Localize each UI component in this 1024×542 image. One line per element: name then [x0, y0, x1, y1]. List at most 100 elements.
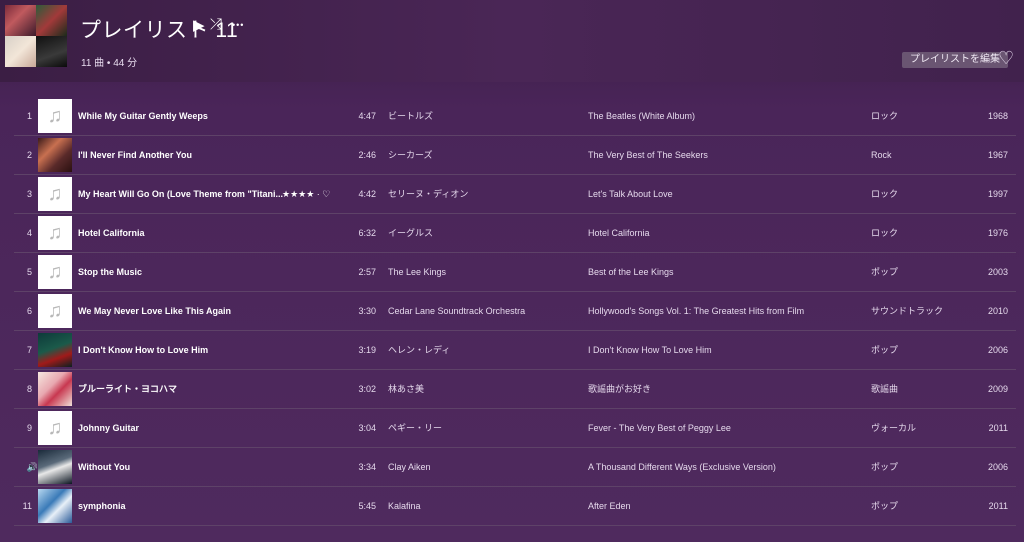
music-note-icon: ♫	[47, 300, 63, 322]
track-artwork	[38, 372, 72, 406]
track-genre: Rock	[871, 150, 892, 160]
track-artwork	[38, 333, 72, 367]
track-genre: ロック	[871, 228, 899, 238]
track-row[interactable]: 6 ♫ We May Never Love Like This Again 3:30 C…	[14, 292, 1016, 331]
track-album: After Eden	[588, 501, 631, 511]
track-album: A Thousand Different Ways (Exclusive Ver…	[588, 462, 776, 472]
track-genre: 歌謡曲	[871, 384, 899, 394]
track-year: 1967	[987, 150, 1008, 160]
track-title: Johnny Guitar	[78, 423, 140, 433]
track-row[interactable]: 1 ♫ While My Guitar Gently Weeps 4:47 ビートルズ T…	[14, 97, 1016, 136]
track-genre: ポップ	[871, 345, 899, 355]
playlist-header: プレイリスト 11 ▶ ⤮ ••• 11 曲 • 44 分 プレイリストを編集 …	[0, 0, 1024, 82]
track-artist: Cedar Lane Soundtrack Orchestra	[388, 306, 526, 316]
track-duration: 4:42	[358, 189, 376, 199]
track-artwork	[38, 489, 72, 523]
track-number: 11	[22, 501, 32, 511]
track-album: Hollywood's Songs Vol. 1: The Greatest H…	[588, 306, 805, 316]
track-artwork	[38, 450, 72, 484]
track-number: 1	[26, 111, 32, 121]
track-duration: 5:45	[358, 501, 376, 511]
track-list: 1 ♫ While My Guitar Gently Weeps 4:47 ビートルズ T…	[0, 97, 1024, 526]
music-note-icon: ♫	[47, 261, 63, 283]
edit-playlist-button[interactable]: プレイリストを編集	[902, 52, 1008, 68]
track-title: I'll Never Find Another You	[78, 150, 192, 160]
track-duration: 3:30	[358, 306, 376, 316]
track-duration: 2:57	[358, 267, 376, 277]
track-artist: The Lee Kings	[388, 267, 447, 277]
track-artwork: ♫	[38, 177, 72, 211]
track-year: 1976	[987, 228, 1008, 238]
track-genre: ポップ	[871, 267, 899, 277]
track-artwork: ♫	[38, 255, 72, 289]
track-duration: 6:32	[358, 228, 376, 238]
track-row[interactable]: 9 ♫ Johnny Guitar 3:04 ペギー・リー Fever - The Ver…	[14, 409, 1016, 448]
track-album: I Don't Know How To Love Him	[588, 345, 712, 355]
cover-tile-2	[36, 5, 67, 36]
music-note-icon: ♫	[47, 222, 63, 244]
track-number: 9	[26, 423, 32, 433]
track-duration: 4:47	[358, 111, 376, 121]
more-icon[interactable]: •••	[232, 20, 244, 30]
track-artist: シーカーズ	[388, 150, 433, 160]
track-title: ブルーライト・ヨコハマ	[78, 384, 178, 394]
playlist-summary: 11 曲 • 44 分	[81, 58, 138, 69]
track-title: Without You	[78, 462, 131, 472]
track-row[interactable]: 8 ブルーライト・ヨコハマ 3:02 林あさ美 歌謡曲がお好き 歌謡曲 2009	[14, 370, 1016, 409]
track-title: We May Never Love Like This Again	[78, 306, 232, 316]
track-artwork: ♫	[38, 99, 72, 133]
track-number: 7	[26, 345, 32, 355]
track-album: The Beatles (White Album)	[588, 111, 696, 121]
cover-tile-3	[5, 36, 36, 67]
track-album: 歌謡曲がお好き	[588, 384, 652, 394]
track-artwork	[38, 138, 72, 172]
track-year: 2006	[987, 462, 1008, 472]
track-year: 2011	[988, 423, 1008, 433]
track-album: Fever - The Very Best of Peggy Lee	[588, 423, 731, 433]
track-artist: イーグルス	[388, 228, 434, 238]
track-album: Hotel California	[588, 228, 650, 238]
track-artist: ビートルズ	[388, 111, 434, 121]
track-year: 1968	[987, 111, 1008, 121]
track-year: 2006	[987, 345, 1008, 355]
track-row[interactable]: 2 I'll Never Find Another You 2:46 シーカーズ The…	[14, 136, 1016, 175]
shuffle-icon[interactable]: ⤮	[210, 16, 222, 33]
track-album: Best of the Lee Kings	[588, 267, 674, 277]
track-year: 2009	[987, 384, 1008, 394]
heart-icon[interactable]: ♡	[998, 48, 1014, 69]
music-note-icon: ♫	[47, 105, 63, 127]
track-duration: 3:02	[358, 384, 376, 394]
track-duration: 3:04	[358, 423, 376, 433]
track-artwork: ♫	[38, 216, 72, 250]
track-number: 4	[26, 228, 32, 238]
track-artist: ヘレン・レディ	[388, 345, 451, 355]
track-duration: 3:34	[358, 462, 376, 472]
track-genre: ロック	[871, 189, 899, 199]
track-year: 2010	[987, 306, 1008, 316]
track-row[interactable]: 🔊 Without You 3:34 Clay Aiken A Thousand Dif…	[14, 448, 1016, 487]
playlist-cover-art	[5, 5, 67, 67]
track-number: 2	[26, 150, 32, 160]
track-row[interactable]: 4 ♫ Hotel California 6:32 イーグルス Hotel Califor…	[14, 214, 1016, 253]
track-row[interactable]: 5 ♫ Stop the Music 2:57 The Lee Kings Best of…	[14, 253, 1016, 292]
track-row[interactable]: 11 symphonia 5:45 Kalafina After Eden ポップ 2011	[14, 487, 1016, 526]
track-genre: ポップ	[871, 501, 899, 511]
track-album: The Very Best of The Seekers	[588, 150, 708, 160]
track-genre: サウンドトラック	[871, 306, 944, 316]
track-artwork: ♫	[38, 294, 72, 328]
track-rating[interactable]: ★★★★ · ♡	[282, 175, 330, 213]
track-artist: ペギー・リー	[388, 423, 443, 433]
track-genre: ポップ	[871, 462, 899, 472]
cover-tile-4	[36, 36, 67, 67]
cover-tile-1	[5, 5, 36, 36]
play-icon[interactable]: ▶	[193, 16, 205, 34]
track-title: Stop the Music	[78, 267, 143, 277]
track-number: 8	[26, 384, 32, 394]
track-year: 2003	[987, 267, 1008, 277]
track-number: 5	[26, 267, 32, 277]
track-artist: 林あさ美	[388, 384, 425, 394]
track-row[interactable]: 3 ♫ My Heart Will Go On (Love Theme from "…	[14, 175, 1016, 214]
track-row[interactable]: 7 I Don't Know How to Love Him 3:19 ヘレン・レディ…	[14, 331, 1016, 370]
track-title: My Heart Will Go On (Love Theme from "Ti…	[78, 189, 284, 199]
track-duration: 2:46	[358, 150, 376, 160]
